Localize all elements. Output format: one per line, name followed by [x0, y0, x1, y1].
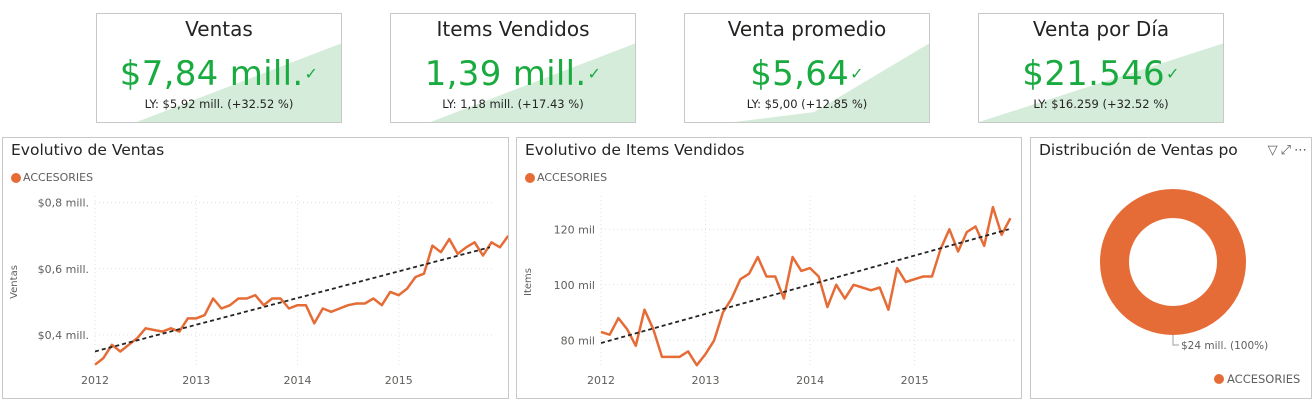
- kpi-goal: LY: 1,18 mill. (+17.43 %): [442, 97, 584, 111]
- x-tick-label: 2013: [182, 374, 210, 387]
- y-tick-label: $0,6 mill.: [38, 263, 89, 276]
- x-tick-label: 2012: [587, 374, 615, 387]
- kpi-title: Venta por Día: [1032, 17, 1170, 41]
- kpi-value: $21.546✓: [1022, 54, 1180, 94]
- x-tick-label: 2012: [81, 374, 109, 387]
- y-tick-label: 100 mil: [554, 279, 595, 292]
- check-icon: ✓: [587, 64, 602, 83]
- kpi-goal: LY: $16.259 (+32.52 %): [1033, 97, 1169, 111]
- kpi-card-items-vendidos[interactable]: Items Vendidos 1,39 mill.✓ LY: 1,18 mill…: [390, 13, 636, 123]
- x-tick-label: 2015: [385, 374, 413, 387]
- chart-panel-items[interactable]: Evolutivo de Items Vendidos ACCESORIES 2…: [516, 137, 1022, 399]
- kpi-title: Ventas: [185, 17, 253, 41]
- chart-panel-distribucion[interactable]: Distribución de Ventas po ▽ ⤢ ⋯ $24 mill…: [1030, 137, 1312, 399]
- y-axis-label: Items: [523, 268, 534, 296]
- y-tick-label: 120 mil: [554, 223, 595, 236]
- donut-chart: $24 mill. (100%) ACCESORIES: [1100, 189, 1300, 386]
- kpi-title: Venta promedio: [727, 17, 887, 41]
- y-tick-label: $0,4 mill.: [38, 329, 89, 342]
- kpi-title: Items Vendidos: [436, 17, 590, 41]
- x-tick-label: 2014: [796, 374, 824, 387]
- kpi-goal: LY: $5,00 (+12.85 %): [746, 97, 868, 111]
- kpi-value: 1,39 mill.✓: [424, 54, 602, 94]
- series-line: [94, 234, 508, 366]
- x-tick-label: 2013: [692, 374, 720, 387]
- kpi-value: $5,64✓: [750, 54, 864, 94]
- donut-slice: [1100, 189, 1246, 335]
- check-icon: ✓: [850, 64, 864, 83]
- kpi-card-venta-por-dia[interactable]: Venta por Día $21.546✓ LY: $16.259 (+32.…: [978, 13, 1224, 123]
- trend-line: [94, 246, 491, 353]
- line-chart-ventas: 2012 2013 2014 2015 $0,4 mill. $0,6 mill. $0,8…: [9, 196, 508, 387]
- legend-marker: [1214, 374, 1224, 384]
- y-tick-label: 80 mil: [561, 334, 595, 347]
- kpi-goal: LY: $5,92 mill. (+32.52 %): [144, 97, 294, 111]
- legend-label: ACCESORIES: [1227, 372, 1300, 386]
- x-tick-label: 2015: [901, 374, 929, 387]
- kpi-value: $7,84 mill.✓: [119, 54, 319, 94]
- kpi-card-ventas[interactable]: Ventas $7,84 mill.✓ LY: $5,92 mill. (+32…: [96, 13, 342, 123]
- check-icon: ✓: [304, 64, 319, 83]
- y-axis-label: Ventas: [9, 265, 20, 299]
- line-chart-items: 2012 2013 2014 2015 80 mil 100 mil 120 mil Item…: [523, 196, 1014, 387]
- data-label: $24 mill. (100%): [1181, 340, 1268, 352]
- y-tick-label: $0,8 mill.: [38, 197, 89, 210]
- trend-line: [600, 228, 1010, 344]
- kpi-card-venta-promedio[interactable]: Venta promedio $5,64✓ LY: $5,00 (+12.85 …: [684, 13, 930, 123]
- check-icon: ✓: [1165, 64, 1180, 83]
- data-label-leader: [1172, 335, 1179, 346]
- x-tick-label: 2014: [284, 374, 312, 387]
- chart-panel-ventas[interactable]: Evolutivo de Ventas ACCESORIES 2012 2013 2…: [2, 137, 509, 399]
